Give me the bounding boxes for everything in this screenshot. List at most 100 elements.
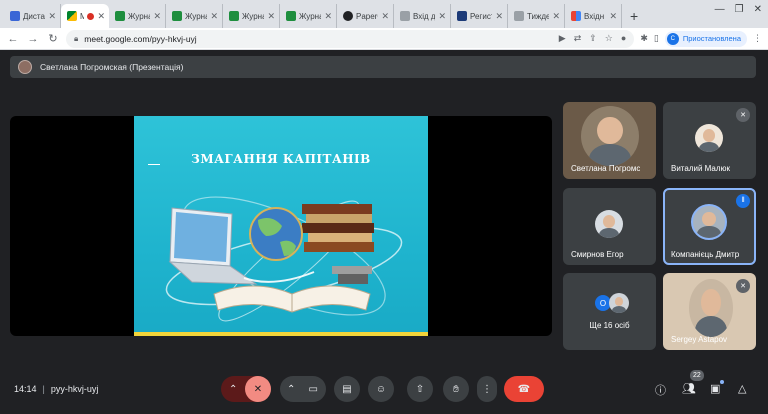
url-text: meet.google.com/pyy-hkvj-uyj — [84, 33, 197, 44]
recording-tab-icon: ● — [620, 33, 627, 43]
close-tab-icon[interactable]: ✕ — [153, 11, 161, 22]
bookmark-star-icon[interactable]: ☆ — [605, 33, 613, 44]
meeting-info: 14:14 | pyy-hkvj-uyj — [14, 384, 98, 394]
more-vert-icon: ⋮ — [482, 383, 492, 395]
camera-options-chevron-icon[interactable]: ⌃ — [287, 384, 295, 395]
close-tab-icon[interactable]: ✕ — [48, 11, 56, 22]
doc-icon — [10, 11, 20, 21]
browser-tab-2[interactable]: Журна ✕ — [109, 4, 166, 28]
browser-tab-4[interactable]: Журна ✕ — [223, 4, 280, 28]
presented-slide: ЗМАГАННЯ КАПІТАНІВ — [134, 116, 428, 336]
browser-tab-6[interactable]: PaperG✕ — [337, 4, 394, 28]
people-count-badge: 22 — [690, 370, 704, 381]
profile-status: Приостановлена — [682, 34, 741, 43]
more-options-button[interactable]: ⋮ — [477, 376, 497, 402]
camera-icon[interactable]: ▭ — [309, 384, 318, 395]
browser-tab-8[interactable]: Регист ✕ — [451, 4, 508, 28]
mic-options-chevron-icon[interactable]: ⌃ — [229, 384, 237, 395]
browser-tab-10[interactable]: Вхідн ✕ — [565, 4, 622, 28]
browser-tab-5[interactable]: Журна ✕ — [280, 4, 337, 28]
participant-tile-4[interactable]: ✕ Sergey Astapov — [663, 273, 756, 350]
translate-icon[interactable]: ⇄ — [574, 33, 582, 44]
page-icon — [400, 11, 410, 21]
participant-avatar — [595, 210, 623, 238]
browser-tab-0[interactable]: Дистан✕ — [4, 4, 61, 28]
browser-menu-icon[interactable]: ⋮ — [753, 33, 762, 44]
participant-name: Sergey Astapov — [671, 335, 728, 344]
meet-icon — [67, 11, 77, 21]
meeting-details-icon[interactable]: ⓘ — [655, 382, 666, 398]
browser-tab-meet[interactable]: Me✕ — [61, 4, 109, 28]
more-participants-label: Ще 16 осіб — [589, 321, 630, 330]
meeting-controls-bar: 14:14 | pyy-hkvj-uyj ⌃ ✕ ⌃ ▭ ▤ ☺ ⇧ ✋︎ ⋮ … — [0, 364, 768, 414]
gmail-icon — [571, 11, 581, 21]
mic-off-icon: ✕ — [736, 108, 750, 122]
close-tab-icon[interactable]: ✕ — [324, 11, 332, 22]
new-tab-button[interactable]: + — [622, 4, 646, 28]
present-button[interactable]: ⇧ — [407, 376, 433, 402]
close-tab-icon[interactable]: ✕ — [438, 11, 446, 22]
close-window-icon[interactable]: ✕ — [754, 4, 762, 15]
close-tab-icon[interactable]: ✕ — [97, 11, 105, 22]
presentation-label: Светлана Погромская (Презентація) — [40, 62, 184, 72]
browser-tab-7[interactable]: Вхід до✕ — [394, 4, 451, 28]
camera-permission-icon[interactable]: ▶ — [559, 33, 566, 44]
forward-icon[interactable]: → — [26, 33, 40, 45]
more-participants-tile[interactable]: О Ще 16 осіб — [563, 273, 656, 350]
sheet-icon — [286, 11, 296, 21]
browser-tab-3[interactable]: Журна ✕ — [166, 4, 223, 28]
participant-tile-0[interactable]: Светлана Погромс — [563, 102, 656, 179]
sheet-icon — [172, 11, 182, 21]
present-screen-icon: ⇧ — [415, 383, 425, 395]
chat-icon[interactable]: ▣ — [710, 382, 720, 395]
close-tab-icon[interactable]: ✕ — [381, 11, 389, 22]
end-call-icon: ☎ — [517, 383, 531, 395]
mic-toggle-button[interactable]: ✕ — [245, 376, 271, 402]
leave-call-button[interactable]: ☎ — [504, 376, 544, 402]
participant-name: Светлана Погромс — [571, 164, 641, 173]
close-tab-icon[interactable]: ✕ — [267, 11, 275, 22]
back-icon[interactable]: ← — [6, 33, 20, 45]
people-icon[interactable]: 👥︎ — [682, 382, 696, 395]
sheet-icon — [229, 11, 239, 21]
close-tab-icon[interactable]: ✕ — [495, 11, 503, 22]
participant-tile-2[interactable]: Смирнов Егор — [563, 188, 656, 265]
browser-toolbar: ← → ↻ 🔒︎ meet.google.com/pyy-hkvj-uyj ▶ … — [0, 28, 768, 50]
close-tab-icon[interactable]: ✕ — [210, 11, 218, 22]
slide-illustration — [165, 196, 403, 322]
reload-icon[interactable]: ↻ — [46, 32, 60, 45]
participant-avatar — [695, 124, 723, 152]
reactions-button[interactable]: ☺ — [368, 376, 394, 402]
participant-video — [581, 106, 639, 166]
hand-icon: ✋︎ — [453, 383, 459, 395]
participant-video — [689, 279, 733, 337]
presentation-bar: Светлана Погромская (Презентація) — [10, 56, 756, 78]
recording-icon — [87, 12, 95, 20]
profile-avatar: С — [666, 32, 679, 45]
profile-button[interactable]: С Приостановлена — [664, 30, 747, 47]
meeting-code: pyy-hkvj-uyj — [50, 384, 99, 394]
address-bar[interactable]: 🔒︎ meet.google.com/pyy-hkvj-uyj ▶ ⇄ ⇪ ☆ … — [66, 29, 635, 48]
emoji-icon: ☺ — [375, 383, 387, 395]
close-tab-icon[interactable]: ✕ — [609, 11, 617, 22]
browser-tab-strip: Дистан✕ Me✕ Журна✕ Журна✕ Журна✕ Журна✕ … — [0, 0, 768, 28]
minimize-icon[interactable]: — — [715, 4, 725, 15]
close-tab-icon[interactable]: ✕ — [552, 11, 560, 22]
participant-tile-1[interactable]: ✕ Виталий Малюк — [663, 102, 756, 179]
chat-unread-dot — [720, 380, 724, 384]
window-controls: — ❐ ✕ — [715, 4, 762, 15]
lock-icon[interactable]: 🔒︎ — [74, 34, 78, 44]
t-logo-icon — [457, 11, 467, 21]
raise-hand-button[interactable]: ✋︎ — [443, 376, 469, 402]
speaking-icon: ⦀ — [736, 194, 750, 208]
extensions-icon[interactable]: ✱ — [640, 33, 648, 44]
participant-tile-3[interactable]: ⦀ Компанієць Дмитр — [663, 188, 756, 265]
slide-bottom-bar — [134, 332, 428, 336]
activities-icon[interactable]: △ — [738, 382, 746, 395]
browser-tab-9[interactable]: Тиждe ✕ — [508, 4, 565, 28]
captions-button[interactable]: ▤ — [334, 376, 360, 402]
presenter-avatar — [18, 60, 32, 74]
share-icon[interactable]: ⇪ — [589, 33, 597, 44]
restore-icon[interactable]: ❐ — [735, 4, 744, 15]
side-panel-icon[interactable]: ▯ — [654, 33, 659, 44]
